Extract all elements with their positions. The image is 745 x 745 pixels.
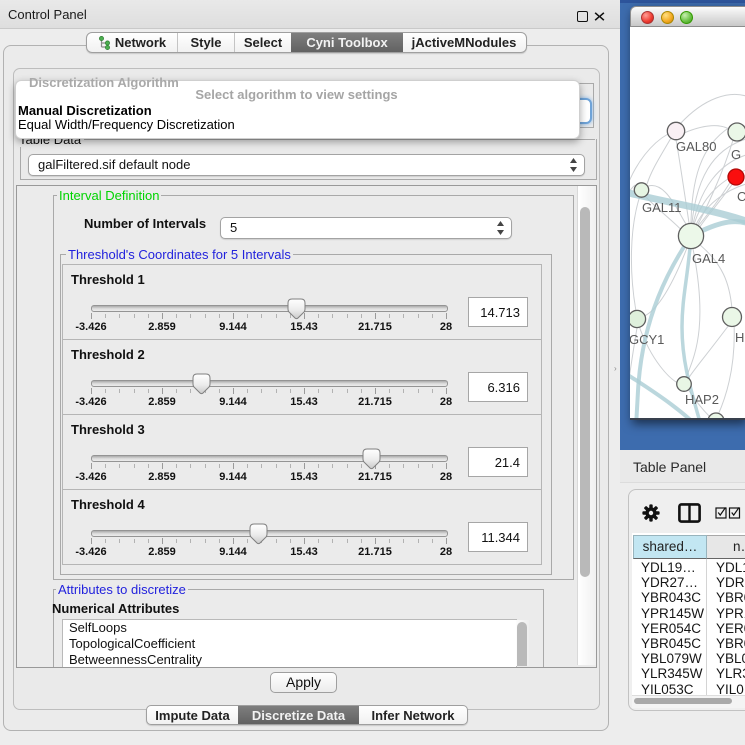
svg-text:HAP2: HAP2 [685, 392, 719, 407]
svg-text:H: H [735, 330, 744, 345]
svg-text:GCY1: GCY1 [630, 332, 664, 347]
svg-text:G: G [731, 147, 741, 162]
svg-text:GAL4: GAL4 [692, 251, 725, 266]
svg-text:C: C [737, 189, 745, 204]
svg-text:GAL11: GAL11 [642, 200, 682, 215]
svg-text:GAL80: GAL80 [676, 139, 716, 154]
